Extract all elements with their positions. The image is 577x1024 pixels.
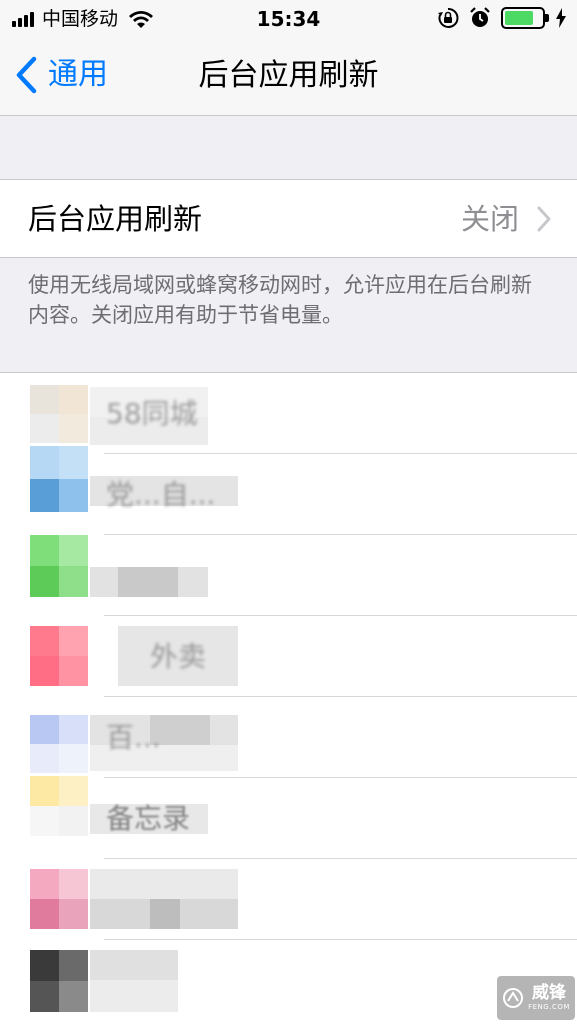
- app-icon: [30, 869, 88, 929]
- app-row[interactable]: [0, 940, 577, 1021]
- app-name: 58同城: [106, 397, 198, 430]
- chevron-right-icon: [537, 206, 551, 232]
- feng-watermark: 威锋 FENG.COM: [497, 976, 575, 1020]
- navigation-bar: 通用 后台应用刷新: [0, 38, 577, 116]
- orientation-lock-icon: [438, 7, 459, 28]
- app-name: 外卖: [150, 640, 207, 673]
- app-row[interactable]: [0, 859, 577, 940]
- status-bar: 中国移动 15:34: [0, 0, 577, 38]
- battery-fill: [505, 11, 534, 25]
- app-icon: [30, 715, 88, 773]
- section-footer-description: 使用无线局域网或蜂窝移动网时，允许应用在后台刷新内容。关闭应用有助于节省电量。: [28, 273, 532, 327]
- app-row[interactable]: 党...自...: [0, 446, 577, 535]
- watermark-domain: FENG.COM: [528, 1003, 570, 1011]
- status-right: [437, 7, 567, 29]
- alarm-icon: [470, 7, 490, 27]
- app-row[interactable]: 58同城: [0, 373, 577, 454]
- page-title: 后台应用刷新: [198, 58, 379, 93]
- charging-bolt-icon: [556, 8, 566, 28]
- app-row[interactable]: 外卖: [0, 616, 577, 697]
- setting-value: 关闭: [460, 202, 519, 236]
- feng-logo-icon: [503, 988, 524, 1008]
- app-icon: [30, 950, 88, 1012]
- watermark-name: 威锋: [532, 983, 566, 1003]
- app-icon: [30, 776, 88, 836]
- app-icon: [30, 626, 88, 686]
- app-row[interactable]: 备忘录: [0, 776, 577, 859]
- app-icon: [30, 446, 88, 512]
- app-icon: [30, 535, 88, 597]
- app-row[interactable]: [0, 535, 577, 616]
- app-name: 备忘录: [106, 802, 191, 835]
- app-row[interactable]: 百...: [0, 697, 577, 778]
- battery-icon: [501, 7, 549, 29]
- app-name: 党...自...: [106, 478, 216, 511]
- setting-label: 后台应用刷新: [28, 202, 203, 236]
- background-refresh-row[interactable]: 后台应用刷新 关闭: [0, 179, 577, 258]
- app-list: 58同城 党...自... 外卖 百... 备忘录: [0, 372, 577, 1024]
- app-name: 百...: [106, 721, 161, 754]
- app-icon: [30, 385, 88, 443]
